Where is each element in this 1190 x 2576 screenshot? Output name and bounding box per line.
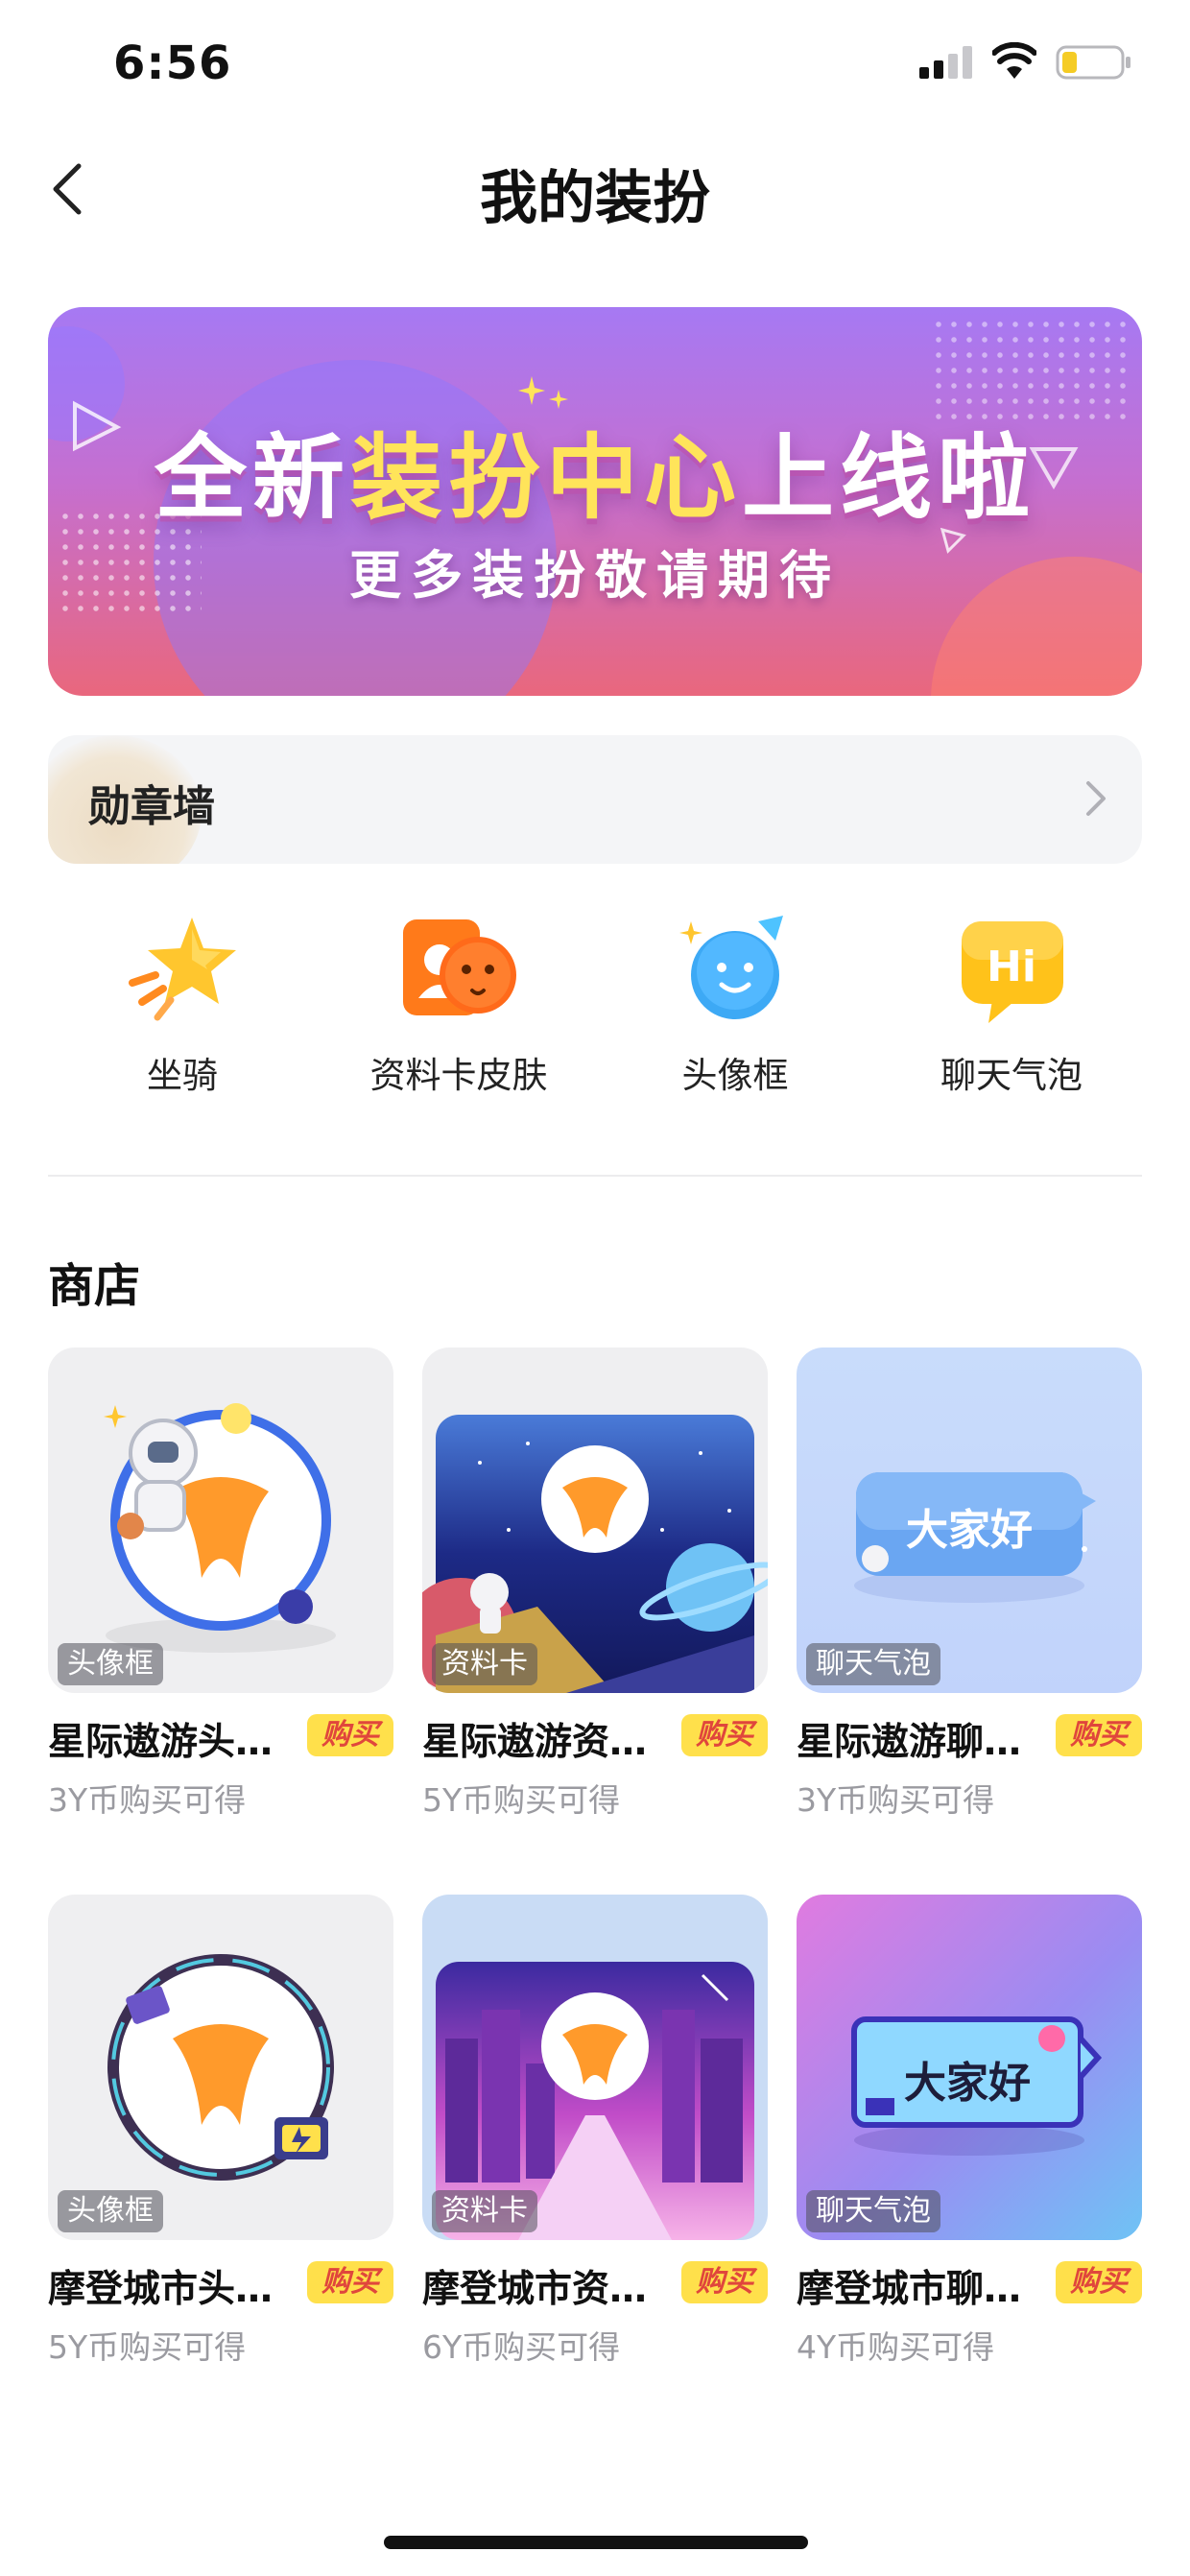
status-time: 6:56 [113,36,232,90]
product-thumbnail: 资料卡 [422,1895,768,2240]
buy-button[interactable]: 购买 [681,1714,768,1756]
svg-text:Hi: Hi [987,942,1036,991]
category-label: 头像框 [681,1055,789,1096]
product-tag: 聊天气泡 [806,2190,940,2232]
category-mount[interactable]: 坐骑 [67,912,298,1104]
category-label: 聊天气泡 [940,1055,1083,1096]
category-profile-card-skin[interactable]: 资料卡皮肤 [344,912,574,1104]
product-name: 星际遨游资料卡 [422,1721,674,1764]
profile-card-skin-icon [403,919,516,1015]
banner-headline-part: 全新 [155,424,350,532]
home-indicator[interactable] [384,2536,808,2549]
shop-title: 商店 [48,1259,141,1313]
buy-button[interactable]: 购买 [1056,1714,1142,1756]
category-label: 坐骑 [147,1055,218,1096]
nav-bar: 我的装扮 [0,134,1190,240]
city-profile-card-icon [436,1962,754,2240]
product-tag: 头像框 [58,1643,163,1685]
product-price: 4Y币购买可得 [797,2328,995,2366]
product-thumbnail: 头像框 [48,1895,393,2240]
status-bar: 6:56 [0,0,1190,125]
bubble-preview-text: 大家好 [906,1506,1033,1555]
product-price: 5Y币购买可得 [422,1781,621,1819]
banner-headline-highlight: 装扮中心 [350,424,742,532]
medal-wall-entry[interactable]: 勋章墙 [48,735,1142,864]
product-card[interactable]: 资料卡 摩登城市资料卡 购买 6Y币购买可得 [422,1895,768,2366]
medal-wall-label: 勋章墙 [88,782,215,831]
promo-banner[interactable]: 全新装扮中心上线啦 更多装扮敬请期待 [48,307,1142,696]
buy-button[interactable]: 购买 [307,2261,393,2303]
buy-button[interactable]: 购买 [681,2261,768,2303]
product-name: 星际遨游聊天气泡 [797,1721,1048,1764]
product-name: 摩登城市资料卡 [422,2268,674,2311]
space-profile-card-icon [422,1415,768,1693]
product-tag: 聊天气泡 [806,1643,940,1685]
product-card[interactable]: 资料卡 星际遨游资料卡 购买 5Y币购买可得 [422,1348,768,1819]
page-title: 我的装扮 [480,165,710,232]
banner-subline: 更多装扮敬请期待 [349,545,841,606]
buy-button[interactable]: 购买 [1056,2261,1142,2303]
product-card[interactable]: 头像框 摩登城市头像框 购买 5Y币购买可得 [48,1895,393,2366]
product-thumbnail: 头像框 [48,1348,393,1693]
product-name: 摩登城市头像框 [48,2268,299,2311]
product-name: 星际遨游头像框 [48,1721,299,1764]
star-mount-icon [129,918,236,1021]
avatar-frame-icon [679,916,783,1019]
product-thumbnail: 资料卡 [422,1348,768,1693]
chevron-right-icon [1086,781,1106,816]
product-price: 3Y币购买可得 [797,1781,995,1819]
product-tag: 资料卡 [432,2190,537,2232]
product-price: 6Y币购买可得 [422,2328,621,2366]
product-name: 摩登城市聊天气泡 [797,2268,1048,2311]
product-tag: 头像框 [58,2190,163,2232]
product-tag: 资料卡 [432,1643,537,1685]
category-avatar-frame[interactable]: 头像框 [620,912,850,1104]
product-thumbnail: 大家好 聊天气泡 [797,1895,1142,2240]
city-avatar-frame-icon [107,1954,334,2181]
section-divider [48,1175,1142,1177]
product-card[interactable]: 大家好 聊天气泡 摩登城市聊天气泡 购买 4Y币购买可得 [797,1895,1142,2366]
product-card[interactable]: 头像框 星际遨游头像框 购买 3Y币购买可得 [48,1348,393,1819]
astronaut-avatar-frame-icon [104,1403,336,1653]
product-card[interactable]: 大家好 聊天气泡 星际遨游聊天气泡 购买 3Y币购买可得 [797,1348,1142,1819]
cellular-signal-icon [919,46,972,79]
wifi-icon [992,42,1036,79]
category-chat-bubble[interactable]: Hi 聊天气泡 [896,912,1127,1104]
chat-bubble-icon: Hi [962,921,1063,1023]
product-price: 5Y币购买可得 [48,2328,247,2366]
bubble-preview-text: 大家好 [904,2059,1031,2108]
product-price: 3Y币购买可得 [48,1781,247,1819]
product-thumbnail: 大家好 聊天气泡 [797,1348,1142,1693]
banner-headline-part: 上线啦 [742,424,1035,532]
banner-headline: 全新装扮中心上线啦 [48,403,1142,537]
category-label: 资料卡皮肤 [369,1055,548,1096]
battery-icon [1056,45,1130,80]
buy-button[interactable]: 购买 [307,1714,393,1756]
